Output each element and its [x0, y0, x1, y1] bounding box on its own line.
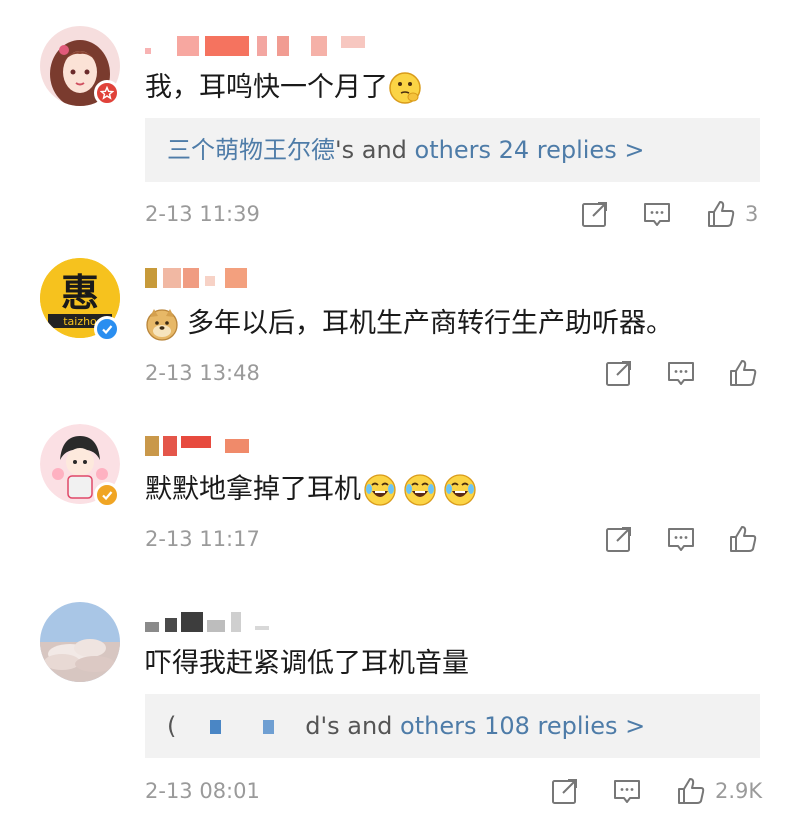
avatar-sub: taizho [63, 315, 97, 328]
comment-icon[interactable] [665, 523, 697, 555]
repost-icon[interactable] [603, 523, 635, 555]
username-redacted[interactable] [145, 36, 375, 56]
comment-meta: 2-13 11:39 3 [145, 196, 760, 232]
comment-meta: 2-13 08:01 2.9K [145, 773, 763, 809]
comment-icon[interactable] [665, 357, 697, 389]
comment-text: 默默地拿掉了耳机 [145, 472, 477, 508]
avatar-cloud-sky [40, 602, 120, 682]
comment-meta: 2-13 11:17 [145, 521, 760, 557]
star-icon [100, 86, 114, 100]
thinking-face-emoji [388, 71, 422, 105]
verified-badge [94, 316, 120, 342]
check-icon [102, 491, 113, 501]
repost-icon[interactable] [549, 775, 581, 807]
timestamp: 2-13 11:17 [145, 527, 260, 551]
comment-meta: 2-13 13:48 [145, 355, 760, 391]
verified-badge [94, 482, 120, 508]
like-count: 2.9K [715, 779, 763, 803]
username-redacted[interactable] [145, 612, 285, 632]
comment-icon[interactable] [641, 198, 673, 230]
comment-icon[interactable] [611, 775, 643, 807]
check-icon [102, 325, 113, 335]
like-icon[interactable] [727, 523, 759, 555]
reply-summary[interactable]: 三个萌物王尔德's and others 24 replies > [145, 118, 760, 182]
comment-text: 我，耳鸣快一个月了 [145, 70, 422, 106]
repost-icon[interactable] [579, 198, 611, 230]
redacted-block [210, 720, 222, 734]
laughing-tears-emoji [363, 473, 397, 507]
like-icon[interactable] [705, 198, 737, 230]
comment-text: 多年以后，耳机生产商转行生产助听器。 [145, 306, 673, 342]
timestamp: 2-13 11:39 [145, 202, 260, 226]
timestamp: 2-13 08:01 [145, 779, 260, 803]
avatar-char: 惠 [61, 271, 99, 315]
status-badge [94, 80, 120, 106]
laughing-tears-emoji [443, 473, 477, 507]
like-icon[interactable] [727, 357, 759, 389]
avatar[interactable] [40, 602, 120, 682]
redacted-block [262, 720, 274, 734]
like-icon[interactable] [675, 775, 707, 807]
timestamp: 2-13 13:48 [145, 361, 260, 385]
username-redacted[interactable] [145, 436, 265, 456]
laughing-tears-emoji [403, 473, 437, 507]
doge-emoji [145, 307, 179, 341]
username-redacted[interactable] [145, 268, 285, 288]
reply-summary[interactable]: ( d's and others 108 replies > [145, 694, 760, 758]
like-count: 3 [745, 202, 759, 226]
comment-text: 吓得我赶紧调低了耳机音量 [145, 648, 469, 679]
repost-icon[interactable] [603, 357, 635, 389]
